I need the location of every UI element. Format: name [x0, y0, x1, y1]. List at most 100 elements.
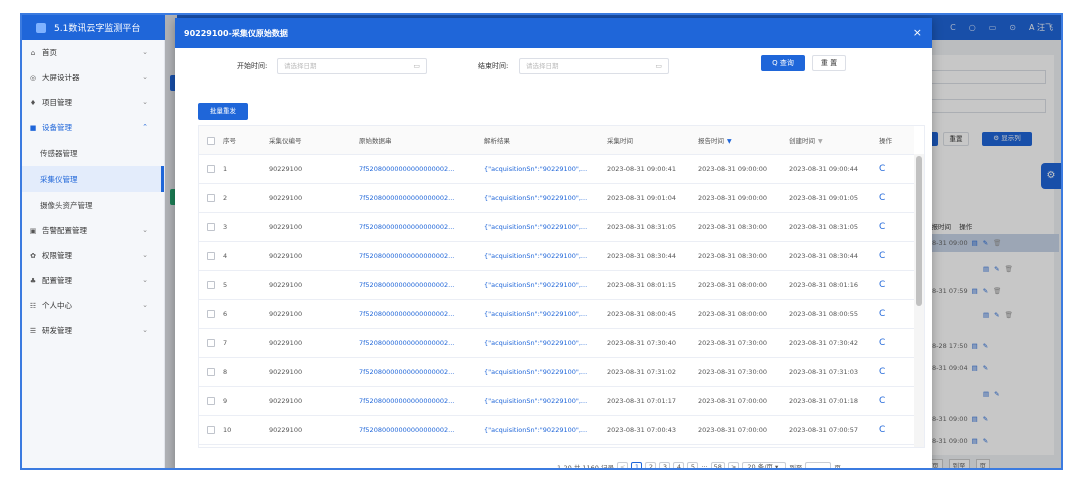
- batch-resend-button[interactable]: 批量重发: [198, 103, 248, 120]
- resend-icon[interactable]: C: [871, 270, 914, 300]
- page-size-select[interactable]: 20 条/页 ▾: [742, 461, 787, 468]
- cell-raw-data-link[interactable]: 7f52080000000000000002...: [351, 357, 476, 387]
- row-checkbox[interactable]: [207, 222, 215, 231]
- sidebar-item-label: 大屏设计器: [42, 73, 80, 82]
- resend-icon[interactable]: C: [871, 328, 914, 358]
- cell-raw-data-link[interactable]: 7f52080000000000000002...: [351, 415, 476, 445]
- sidebar-item-label: 权限管理: [42, 251, 72, 260]
- cell-parsed-result-link[interactable]: {"acquisitionSn":"90229100",...: [476, 328, 599, 358]
- cell-index: 6: [199, 299, 261, 329]
- chevron-down-icon: ⌄: [142, 98, 148, 106]
- sidebar-item-alarm[interactable]: ▣ 告警配置管理 ⌄: [22, 218, 164, 243]
- sort-icon[interactable]: ▼: [818, 138, 823, 145]
- cell-parsed-result-link[interactable]: {"acquisitionSn":"90229100",...: [476, 386, 599, 416]
- reset-button[interactable]: 重 置: [812, 55, 846, 71]
- row-checkbox[interactable]: [207, 251, 215, 260]
- cell-collector-sn: 90229100: [261, 415, 351, 445]
- cell-raw-data-link[interactable]: 7f52080000000000000002...: [351, 386, 476, 416]
- sidebar-subitem-camera[interactable]: 摄像头资产管理: [22, 192, 164, 218]
- cell-collect-time: 2023-08-31 09:00:41: [599, 154, 690, 184]
- sidebar-item-profile[interactable]: ☷ 个人中心 ⌄: [22, 293, 164, 318]
- page-1-button[interactable]: 1: [631, 461, 643, 468]
- sidebar-item-project[interactable]: ♦ 项目管理 ⌄: [22, 90, 164, 115]
- cell-collector-sn: 90229100: [261, 241, 351, 271]
- row-checkbox[interactable]: [207, 425, 215, 434]
- cell-parsed-result-link[interactable]: {"acquisitionSn":"90229100",...: [476, 183, 599, 213]
- cell-raw-data-link[interactable]: 7f52080000000000000002...: [351, 270, 476, 300]
- sidebar-item-device[interactable]: ■ 设备管理 ⌃: [22, 115, 164, 140]
- cell-report-time: 2023-08-31 09:00:00: [690, 183, 781, 213]
- resend-icon[interactable]: C: [871, 299, 914, 329]
- sort-desc-icon[interactable]: ▼: [727, 138, 732, 145]
- resend-icon[interactable]: C: [871, 415, 914, 445]
- table-row: 7 90229100 7f52080000000000000002... {"acqu…: [199, 328, 914, 358]
- sidebar-item-screen-designer[interactable]: ◎ 大屏设计器 ⌄: [22, 65, 164, 90]
- sidebar-item-rnd[interactable]: ☰ 研发管理 ⌄: [22, 318, 164, 343]
- cell-collect-time: 2023-08-31 07:01:17: [599, 386, 690, 416]
- end-date-input[interactable]: 请选择日期 ▭: [519, 58, 669, 74]
- cell-raw-data-link[interactable]: 7f52080000000000000002...: [351, 299, 476, 329]
- cell-parsed-result-link[interactable]: {"acquisitionSn":"90229100",...: [476, 212, 599, 242]
- resend-icon[interactable]: C: [871, 386, 914, 416]
- project-icon: ♦: [29, 98, 37, 107]
- resend-icon[interactable]: C: [871, 444, 914, 447]
- row-checkbox[interactable]: [207, 367, 215, 376]
- cell-parsed-result-link[interactable]: {"acquisitionSn":"90229100",...: [476, 415, 599, 445]
- cell-collect-time: 2023-08-31 08:00:45: [599, 299, 690, 329]
- chevron-down-icon: ⌄: [142, 251, 148, 259]
- cell-parsed-result-link[interactable]: {"acquisitionSn":"90229100",...: [476, 357, 599, 387]
- row-checkbox[interactable]: [207, 338, 215, 347]
- cell-raw-data-link[interactable]: 7f52080000000000000002...: [351, 212, 476, 242]
- page-3-button[interactable]: 3: [659, 461, 671, 468]
- jump-page-input[interactable]: [805, 461, 832, 468]
- row-checkbox[interactable]: [207, 280, 215, 289]
- cell-parsed-result-link[interactable]: {"acquisitionSn":"90229100",...: [476, 444, 599, 447]
- row-checkbox[interactable]: [207, 164, 215, 173]
- resend-icon[interactable]: C: [871, 241, 914, 271]
- sidebar-item-label: 设备管理: [42, 123, 72, 132]
- resend-icon[interactable]: C: [871, 183, 914, 213]
- resend-icon[interactable]: C: [871, 357, 914, 387]
- close-icon[interactable]: ×: [913, 26, 922, 39]
- cell-parsed-result-link[interactable]: {"acquisitionSn":"90229100",...: [476, 241, 599, 271]
- cell-index: 4: [199, 241, 261, 271]
- page-2-button[interactable]: 2: [645, 461, 657, 468]
- cell-parsed-result-link[interactable]: {"acquisitionSn":"90229100",...: [476, 270, 599, 300]
- sidebar-item-permission[interactable]: ✿ 权限管理 ⌄: [22, 243, 164, 268]
- cell-raw-data-link[interactable]: 7f52080000000000000002...: [351, 154, 476, 184]
- cell-parsed-result-link[interactable]: {"acquisitionSn":"90229100",...: [476, 299, 599, 329]
- search-button[interactable]: Q 查询: [761, 55, 805, 71]
- select-all-checkbox[interactable]: [207, 136, 215, 145]
- filter-bar: 开始时间: 请选择日期 ▭ 结束时间: 请选择日期 ▭ Q 查询 重 置: [175, 55, 932, 79]
- cell-report-time: 2023-08-31 07:30:00: [690, 357, 781, 387]
- page-last-button[interactable]: 58: [710, 461, 725, 468]
- page-4-button[interactable]: 4: [673, 461, 685, 468]
- cell-raw-data-link[interactable]: 7f52080000000000000002...: [351, 444, 476, 447]
- sidebar-item-config[interactable]: ♣ 配置管理 ⌄: [22, 268, 164, 293]
- next-page-button[interactable]: >: [727, 461, 740, 468]
- resend-icon[interactable]: C: [871, 212, 914, 242]
- column-header-create-time[interactable]: 创建时间 ▼: [781, 126, 871, 155]
- row-checkbox[interactable]: [207, 193, 215, 202]
- column-header-parsed-result: 解析结果: [476, 126, 599, 155]
- cell-collect-time: 2023-08-31 07:00:43: [599, 415, 690, 445]
- sidebar-item-home[interactable]: ⌂ 首页 ⌄: [22, 40, 164, 65]
- cell-raw-data-link[interactable]: 7f52080000000000000002...: [351, 183, 476, 213]
- sidebar-subitem-collector[interactable]: 采集仪管理: [22, 166, 164, 192]
- pagination-ellipsis[interactable]: ···: [701, 463, 707, 468]
- row-checkbox[interactable]: [207, 309, 215, 318]
- row-checkbox[interactable]: [207, 396, 215, 405]
- sidebar-subitem-sensor[interactable]: 传感器管理: [22, 140, 164, 166]
- cell-parsed-result-link[interactable]: {"acquisitionSn":"90229100",...: [476, 154, 599, 184]
- start-date-input[interactable]: 请选择日期 ▭: [277, 58, 427, 74]
- modal-header: 90229100-采集仪原始数据 ×: [175, 18, 932, 48]
- cell-raw-data-link[interactable]: 7f52080000000000000002...: [351, 241, 476, 271]
- page-5-button[interactable]: 5: [687, 461, 699, 468]
- resend-icon[interactable]: C: [871, 154, 914, 184]
- cell-raw-data-link[interactable]: 7f52080000000000000002...: [351, 328, 476, 358]
- column-header-report-time[interactable]: 报告时间 ▼: [690, 126, 781, 155]
- pagination: 1-20 共 1160 记录 < 1 2 3 4 5 ··· 58 > 20 条…: [557, 460, 841, 468]
- table-scroll-thumb[interactable]: [916, 156, 922, 306]
- prev-page-button[interactable]: <: [617, 461, 629, 468]
- cell-collector-sn: 90229100: [261, 444, 351, 447]
